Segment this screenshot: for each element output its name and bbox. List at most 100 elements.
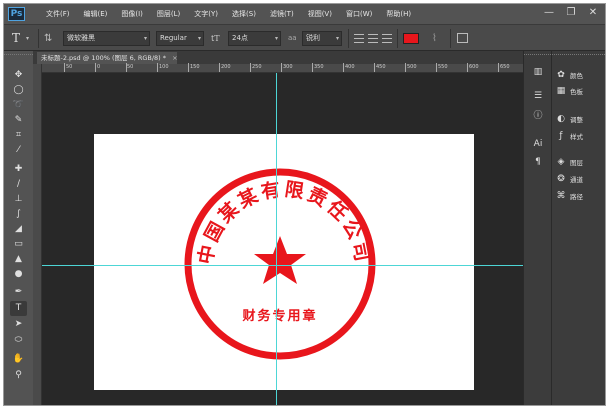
swatches-panel-icon: ▦ bbox=[556, 86, 566, 96]
ruler-tick bbox=[343, 63, 344, 72]
panel-paths[interactable]: ⌘ 路径 bbox=[556, 189, 584, 203]
zoom-icon[interactable]: ⚲ bbox=[10, 368, 27, 383]
panel-styles[interactable]: ƒ 样式 bbox=[556, 129, 583, 143]
photoshop-window: Ps 文件(F) 编辑(E) 图像(I) 图层(L) 文字(Y) 选择(S) 滤… bbox=[3, 3, 606, 406]
info-icon[interactable]: ⓘ bbox=[530, 109, 546, 123]
quick-select-icon[interactable]: ✎ bbox=[10, 113, 27, 128]
font-family-select[interactable]: 微软雅黑 ▾ bbox=[63, 31, 150, 46]
panel-adjustments[interactable]: ◐ 调整 bbox=[556, 112, 583, 126]
menu-image[interactable]: 图像(I) bbox=[114, 9, 150, 19]
healing-icon[interactable]: ✚ bbox=[10, 162, 27, 177]
clone-stamp-icon[interactable]: ⊥ bbox=[10, 192, 27, 207]
eyedropper-icon[interactable]: ⁄ bbox=[10, 143, 27, 158]
ruler-tick-label: 200 bbox=[221, 64, 231, 70]
vertical-ruler[interactable] bbox=[33, 64, 42, 405]
menu-window[interactable]: 窗口(W) bbox=[339, 9, 379, 19]
gradient-icon[interactable]: ▭ bbox=[10, 237, 27, 252]
document-canvas[interactable]: 中国某某有限责任公司 财务专用章 bbox=[94, 134, 474, 390]
character-icon[interactable]: Ai bbox=[530, 137, 546, 151]
font-style-select[interactable]: Regular ▾ bbox=[156, 31, 204, 46]
text-color-swatch[interactable] bbox=[403, 33, 419, 44]
panel-color[interactable]: ✿ 颜色 bbox=[556, 68, 583, 82]
document-tab[interactable]: 未标题-2.psd @ 100% (图层 6, RGB/8) * × bbox=[37, 52, 178, 64]
antialias-select[interactable]: 锐利 ▾ bbox=[302, 31, 342, 46]
warp-text-icon[interactable]: ⌇ bbox=[432, 31, 437, 46]
tool-preset-chevron-icon[interactable]: ▾ bbox=[26, 31, 29, 46]
history-icon[interactable]: ▥ bbox=[530, 65, 546, 79]
panel-grip[interactable] bbox=[4, 54, 33, 57]
menu-items: 文件(F) 编辑(E) 图像(I) 图层(L) 文字(Y) 选择(S) 滤镜(T… bbox=[39, 9, 418, 19]
chevron-down-icon: ▾ bbox=[197, 35, 201, 42]
menu-select[interactable]: 选择(S) bbox=[225, 9, 263, 19]
ruler-tick bbox=[219, 63, 220, 72]
ruler-tick bbox=[312, 63, 313, 72]
eraser-icon[interactable]: ◢ bbox=[10, 222, 27, 237]
move-icon[interactable]: ✥ bbox=[10, 68, 27, 83]
pen-icon[interactable]: ✒ bbox=[10, 285, 27, 300]
vertical-guide[interactable] bbox=[276, 73, 277, 405]
shape-icon[interactable]: ⬭ bbox=[10, 333, 27, 348]
ruler-tick-label: 0 bbox=[97, 64, 101, 70]
ruler-tick bbox=[250, 63, 251, 72]
font-style-value: Regular bbox=[160, 34, 187, 42]
align-right-icon[interactable] bbox=[382, 34, 392, 43]
marquee-icon[interactable]: ◯ bbox=[10, 83, 27, 98]
panel-channels[interactable]: ❂ 通道 bbox=[556, 172, 583, 186]
brush-icon[interactable]: ∕ bbox=[10, 177, 27, 192]
channels-panel-icon: ❂ bbox=[557, 174, 565, 184]
ruler-tick-label: 500 bbox=[407, 64, 417, 70]
crop-icon[interactable]: ⌗ bbox=[10, 128, 27, 143]
ruler-tick bbox=[188, 63, 189, 72]
panel-label: 路径 bbox=[570, 193, 583, 201]
adjustments-panel-icon: ◐ bbox=[557, 114, 565, 124]
close-icon[interactable]: ✕ bbox=[587, 7, 599, 19]
ruler-tick-label: 550 bbox=[438, 64, 448, 70]
minimize-icon[interactable]: — bbox=[543, 7, 555, 19]
horizontal-guide[interactable] bbox=[42, 265, 523, 266]
horizontal-ruler[interactable]: 50 0 50 100 150 200 250 300 350 400 450 … bbox=[42, 63, 523, 73]
align-center-icon[interactable] bbox=[368, 34, 378, 43]
panel-swatches[interactable]: ▦ 色板 bbox=[556, 84, 583, 98]
stamp-department-text: 财务专用章 bbox=[242, 308, 317, 324]
type-tool-icon[interactable]: T bbox=[12, 31, 20, 46]
canvas-area[interactable]: 中国某某有限责任公司 财务专用章 bbox=[42, 73, 523, 405]
ruler-tick bbox=[405, 63, 406, 72]
antialias-value: 锐利 bbox=[306, 34, 320, 42]
properties-icon[interactable]: ☰ bbox=[530, 89, 546, 103]
history-brush-icon[interactable]: ∫ bbox=[10, 207, 27, 222]
panel-grip[interactable] bbox=[552, 54, 605, 57]
orientation-toggle-icon[interactable]: ⇅ bbox=[44, 31, 58, 46]
close-tab-icon[interactable]: × bbox=[172, 54, 177, 62]
menu-file[interactable]: 文件(F) bbox=[39, 9, 77, 19]
chevron-down-icon: ▾ bbox=[274, 35, 278, 42]
ruler-tick bbox=[498, 63, 499, 72]
options-bar: T ▾ ⇅ 微软雅黑 ▾ Regular ▾ tT 24点 ▾ aa 锐利 ▾ … bbox=[4, 24, 605, 51]
dodge-icon[interactable]: ● bbox=[10, 267, 27, 282]
window-controls: — ❐ ✕ bbox=[543, 7, 599, 19]
menu-filter[interactable]: 滤镜(T) bbox=[263, 9, 301, 19]
blur-icon[interactable]: ▲ bbox=[10, 252, 27, 267]
divider bbox=[38, 29, 39, 48]
align-left-icon[interactable] bbox=[354, 34, 364, 43]
panel-label: 颜色 bbox=[570, 72, 583, 80]
panel-layers[interactable]: ◈ 图层 bbox=[556, 155, 583, 169]
antialias-icon: aa bbox=[288, 34, 297, 42]
path-select-icon[interactable]: ➤ bbox=[10, 317, 27, 332]
ruler-tick bbox=[157, 63, 158, 72]
menu-help[interactable]: 帮助(H) bbox=[379, 9, 418, 19]
ruler-tick-label: 450 bbox=[376, 64, 386, 70]
restore-icon[interactable]: ❐ bbox=[565, 7, 577, 19]
paragraph-icon[interactable]: ¶ bbox=[530, 155, 546, 169]
menu-view[interactable]: 视图(V) bbox=[301, 9, 339, 19]
hand-icon[interactable]: ✋ bbox=[10, 352, 27, 367]
lasso-icon[interactable]: ➰ bbox=[10, 98, 27, 113]
menu-type[interactable]: 文字(Y) bbox=[187, 9, 225, 19]
ruler-tick-label: 100 bbox=[159, 64, 169, 70]
menu-edit[interactable]: 编辑(E) bbox=[77, 9, 115, 19]
menu-layer[interactable]: 图层(L) bbox=[150, 9, 187, 19]
character-panel-icon[interactable] bbox=[457, 33, 468, 43]
font-size-select[interactable]: 24点 ▾ bbox=[228, 31, 281, 46]
panel-grip[interactable] bbox=[524, 54, 551, 57]
ruler-tick-label: 150 bbox=[190, 64, 200, 70]
type-icon[interactable]: T bbox=[10, 301, 27, 316]
